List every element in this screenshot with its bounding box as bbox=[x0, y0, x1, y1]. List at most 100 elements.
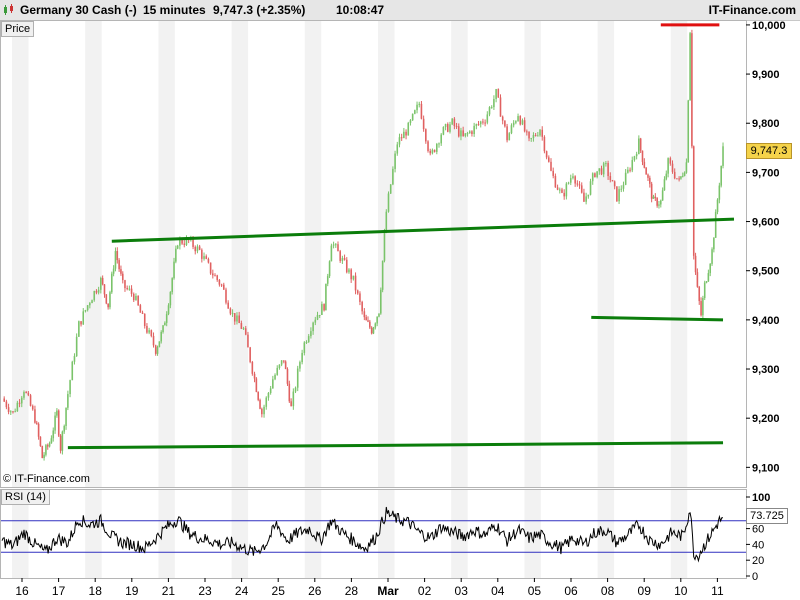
price-tick-label: 9,300 bbox=[752, 364, 780, 376]
candle-body bbox=[310, 331, 312, 337]
candle-body bbox=[702, 298, 704, 316]
candle-body bbox=[43, 454, 45, 459]
candle-body bbox=[462, 130, 464, 137]
candle-body bbox=[148, 330, 150, 333]
candle-body bbox=[618, 189, 620, 202]
candle-body bbox=[71, 361, 74, 381]
price-tick-label: 9,200 bbox=[752, 413, 780, 425]
candle-body bbox=[654, 196, 657, 199]
candle-body bbox=[449, 124, 451, 132]
day-stripe bbox=[670, 489, 688, 578]
candle-body bbox=[52, 430, 55, 439]
candle-body bbox=[63, 425, 66, 432]
day-stripe bbox=[12, 20, 29, 487]
time-tick-label: 06 bbox=[564, 584, 578, 598]
candle-body bbox=[93, 290, 96, 301]
candle-body bbox=[703, 282, 706, 299]
rsi-tick-label: 60 bbox=[752, 524, 764, 536]
candle-body bbox=[198, 246, 201, 250]
candle-body bbox=[259, 399, 261, 409]
candle-body bbox=[607, 163, 609, 177]
candle-body bbox=[563, 192, 565, 197]
candle-body bbox=[361, 301, 363, 312]
candle-body bbox=[714, 211, 717, 238]
candle-body bbox=[602, 163, 605, 175]
candle-body bbox=[711, 249, 713, 264]
candle-body bbox=[572, 176, 574, 179]
candle-body bbox=[622, 184, 625, 189]
candle-body bbox=[135, 295, 137, 301]
candle-body bbox=[334, 244, 337, 246]
candle-body bbox=[35, 422, 38, 424]
candle-body bbox=[31, 405, 34, 410]
day-stripe bbox=[304, 20, 322, 487]
candle-body bbox=[112, 268, 115, 274]
candle-body bbox=[611, 180, 614, 182]
candle-body bbox=[301, 352, 303, 363]
candle-body bbox=[75, 336, 78, 357]
candle-body bbox=[41, 446, 44, 459]
time-tick-label: 25 bbox=[272, 584, 286, 598]
day-stripe bbox=[524, 20, 541, 487]
candle-body bbox=[61, 431, 64, 451]
candle-body bbox=[429, 150, 432, 154]
candle-body bbox=[683, 172, 686, 176]
rsi-tick-label: 20 bbox=[752, 555, 764, 567]
candle-body bbox=[80, 321, 82, 325]
time-tick-label: 05 bbox=[528, 584, 542, 598]
price-tick-label: 9,800 bbox=[752, 118, 780, 130]
candle-body bbox=[183, 243, 186, 245]
candle-body bbox=[381, 260, 384, 290]
candle-body bbox=[383, 232, 386, 261]
candle-body bbox=[290, 401, 292, 407]
candle-body bbox=[431, 149, 434, 154]
candle-body bbox=[667, 158, 669, 174]
candle-body bbox=[5, 401, 8, 408]
candle-body bbox=[680, 176, 682, 179]
candle-body bbox=[681, 175, 684, 177]
candle-body bbox=[609, 176, 612, 181]
time-tick-label: 26 bbox=[308, 584, 322, 598]
candle-body bbox=[613, 181, 616, 187]
candle-body bbox=[442, 127, 445, 135]
candle-body bbox=[97, 289, 100, 293]
candle-body bbox=[396, 144, 399, 154]
price-chart[interactable]: 9,100 9,200 9,300 9,400 9,500 9,600 9,700 9,800… bbox=[0, 0, 800, 600]
time-tick-label: 18 bbox=[89, 584, 103, 598]
candle-body bbox=[205, 256, 208, 259]
candle-body bbox=[374, 323, 377, 328]
candle-body bbox=[59, 435, 62, 451]
candle-body bbox=[698, 286, 701, 302]
candle-body bbox=[244, 328, 247, 335]
candle-body bbox=[269, 388, 272, 393]
candle-body bbox=[515, 121, 517, 123]
candle-body bbox=[370, 327, 373, 334]
candle-body bbox=[569, 178, 572, 183]
candle-body bbox=[305, 341, 308, 343]
candle-body bbox=[718, 185, 721, 200]
candle-body bbox=[477, 124, 480, 126]
candle-body bbox=[318, 314, 321, 316]
candle-body bbox=[156, 347, 159, 354]
candle-body bbox=[722, 146, 724, 166]
candle-body bbox=[638, 138, 640, 155]
candle-body bbox=[332, 244, 335, 246]
candle-body bbox=[649, 177, 651, 184]
candle-body bbox=[534, 135, 537, 137]
candle-body bbox=[633, 156, 636, 161]
candle-body bbox=[466, 133, 469, 135]
candle-body bbox=[143, 313, 146, 326]
candle-body bbox=[433, 149, 436, 152]
candle-body bbox=[350, 269, 352, 280]
candle-body bbox=[369, 321, 371, 328]
candle-body bbox=[457, 126, 460, 137]
candle-body bbox=[380, 289, 382, 314]
candle-body bbox=[629, 169, 631, 171]
candle-body bbox=[591, 173, 594, 182]
day-stripe bbox=[597, 20, 615, 487]
candle-body bbox=[585, 196, 587, 202]
candle-body bbox=[89, 303, 91, 306]
candle-body bbox=[267, 392, 270, 398]
candle-body bbox=[650, 183, 653, 199]
candle-body bbox=[330, 245, 333, 262]
